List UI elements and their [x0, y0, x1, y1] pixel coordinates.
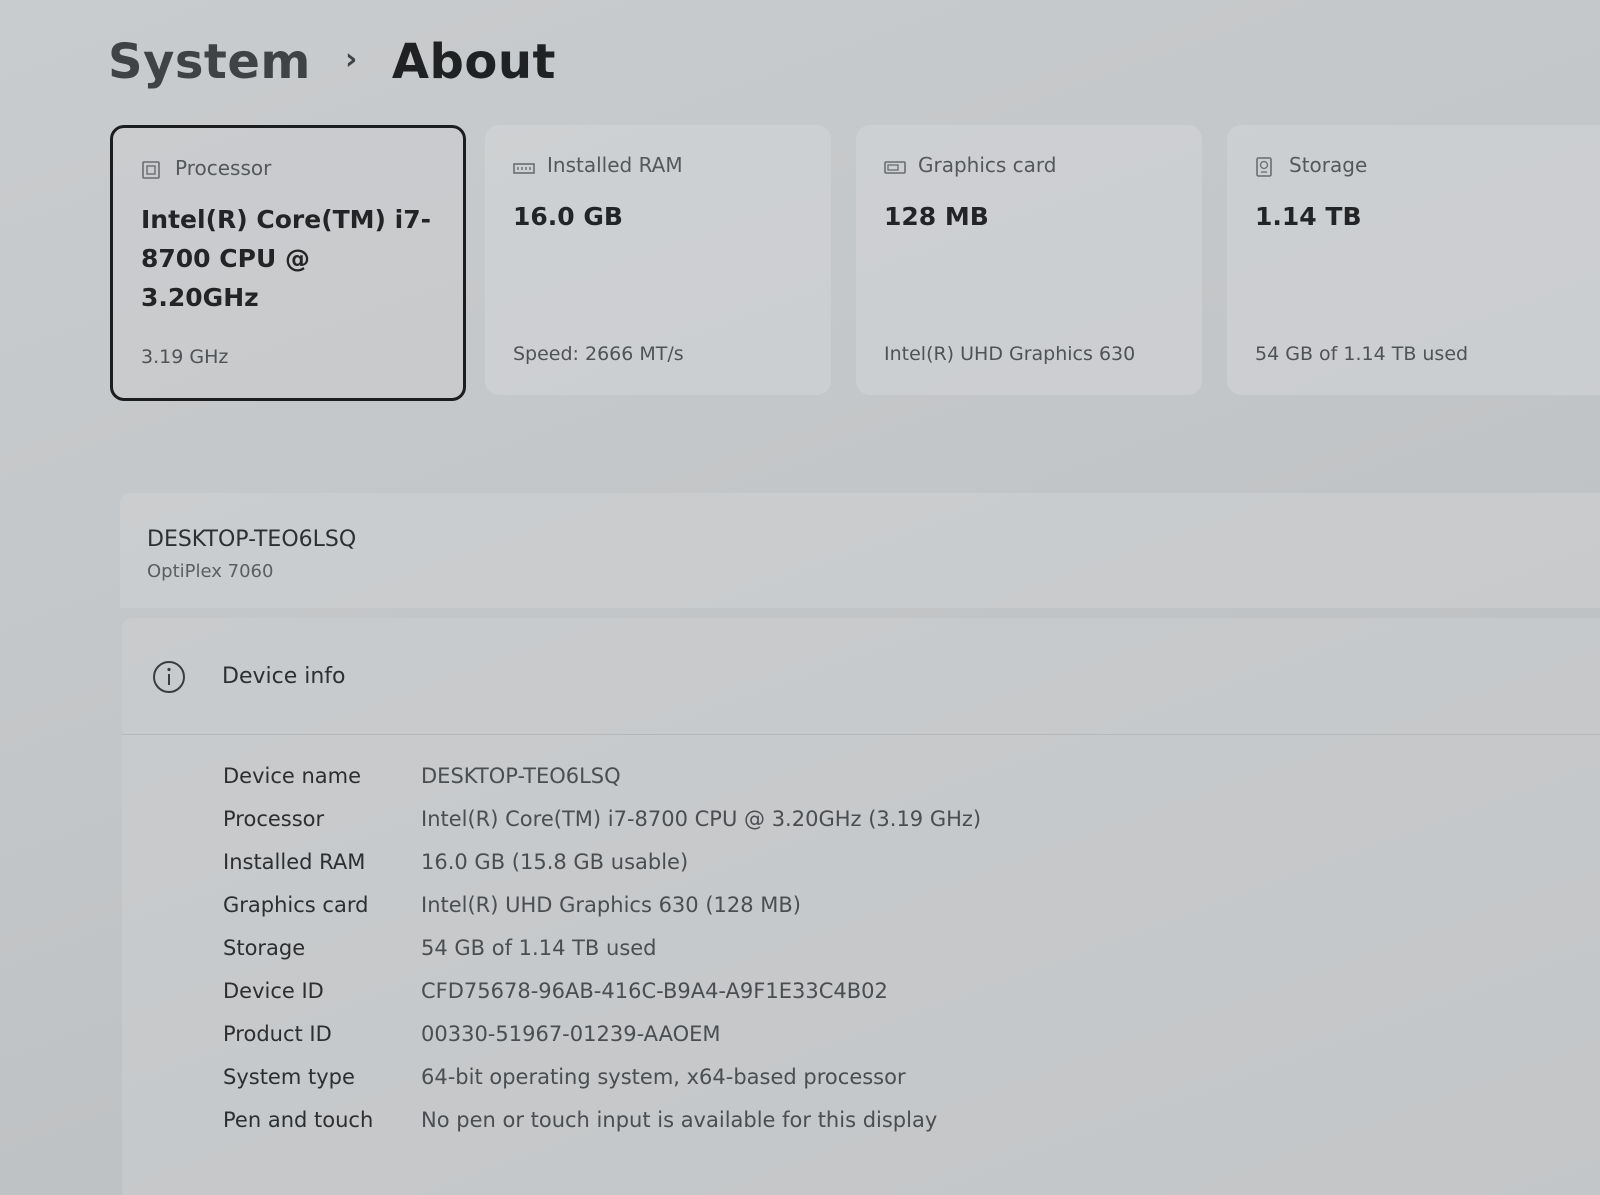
- device-info-title: Device info: [222, 664, 346, 689]
- spec-row-storage: Storage 54 GB of 1.14 TB used: [223, 926, 981, 969]
- spec-label: Device ID: [223, 978, 324, 1003]
- card-storage-header: Storage: [1255, 153, 1367, 177]
- spec-row-pen-and-touch: Pen and touch No pen or touch input is a…: [223, 1098, 981, 1141]
- spec-row-device-id: Device ID CFD75678-96AB-416C-B9A4-A9F1E3…: [223, 969, 981, 1012]
- card-processor-header: Processor: [141, 156, 271, 180]
- device-info-list: Device name DESKTOP-TEO6LSQ Processor In…: [223, 754, 981, 1141]
- spec-label: System type: [223, 1064, 355, 1089]
- card-ram-value: 16.0 GB: [513, 202, 623, 231]
- spec-label: Device name: [223, 763, 362, 788]
- breadcrumb-chevron-icon: ›: [344, 41, 358, 77]
- card-graphics-label: Graphics card: [918, 153, 1057, 177]
- processor-icon: [141, 160, 161, 179]
- card-processor-sub: 3.19 GHz: [141, 346, 229, 368]
- graphics-card-icon: [884, 157, 906, 174]
- breadcrumb: System › About: [108, 34, 556, 90]
- storage-icon: [1255, 157, 1275, 177]
- breadcrumb-system-link[interactable]: System: [108, 34, 311, 90]
- spec-label: Processor: [223, 806, 325, 831]
- card-processor[interactable]: Processor Intel(R) Core(TM) i7-8700 CPU …: [110, 125, 466, 401]
- info-icon: [152, 660, 185, 693]
- spec-value: Intel(R) Core(TM) i7-8700 CPU @ 3.20GHz …: [421, 806, 982, 831]
- card-graphics-card[interactable]: Graphics card 128 MB Intel(R) UHD Graphi…: [856, 125, 1202, 395]
- spec-value: DESKTOP-TEO6LSQ: [421, 763, 621, 788]
- spec-row-device-name: Device name DESKTOP-TEO6LSQ: [223, 754, 981, 797]
- spec-value: 64-bit operating system, x64-based proce…: [421, 1064, 906, 1089]
- page-title: About: [391, 34, 556, 90]
- spec-value: 54 GB of 1.14 TB used: [421, 935, 657, 960]
- card-storage-value: 1.14 TB: [1255, 202, 1362, 231]
- card-installed-ram[interactable]: Installed RAM 16.0 GB Speed: 2666 MT/s: [485, 125, 831, 395]
- card-ram-sub: Speed: 2666 MT/s: [513, 343, 684, 365]
- spec-row-system-type: System type 64-bit operating system, x64…: [223, 1055, 981, 1098]
- device-info-panel: Device info Device name DESKTOP-TEO6LSQ …: [122, 618, 1600, 1195]
- device-model: OptiPlex 7060: [147, 561, 274, 582]
- card-ram-label: Installed RAM: [547, 153, 683, 177]
- spec-label: Storage: [223, 935, 306, 960]
- device-name-title: DESKTOP-TEO6LSQ: [147, 527, 357, 552]
- card-graphics-value: 128 MB: [884, 202, 989, 231]
- card-storage[interactable]: Storage 1.14 TB 54 GB of 1.14 TB used: [1227, 125, 1600, 395]
- card-processor-label: Processor: [175, 156, 272, 180]
- spec-row-graphics-card: Graphics card Intel(R) UHD Graphics 630 …: [223, 883, 981, 926]
- spec-row-product-id: Product ID 00330-51967-01239-AAOEM: [223, 1012, 981, 1055]
- card-graphics-header: Graphics card: [884, 153, 1057, 177]
- card-ram-header: Installed RAM: [513, 153, 683, 177]
- card-storage-sub: 54 GB of 1.14 TB used: [1255, 343, 1469, 365]
- spec-label: Installed RAM: [223, 849, 366, 874]
- spec-value: CFD75678-96AB-416C-B9A4-A9F1E33C4B02: [421, 978, 888, 1003]
- spec-value: 00330-51967-01239-AAOEM: [421, 1021, 721, 1046]
- spec-value: Intel(R) UHD Graphics 630 (128 MB): [421, 892, 801, 917]
- spec-label: Pen and touch: [223, 1107, 374, 1132]
- spec-cards: Processor Intel(R) Core(TM) i7-8700 CPU …: [110, 125, 1600, 405]
- spec-value: 16.0 GB (15.8 GB usable): [421, 849, 689, 874]
- ram-icon: [513, 157, 535, 174]
- card-storage-label: Storage: [1289, 153, 1368, 177]
- spec-row-processor: Processor Intel(R) Core(TM) i7-8700 CPU …: [223, 797, 981, 840]
- device-header: DESKTOP-TEO6LSQ OptiPlex 7060: [120, 493, 1600, 608]
- device-info-header[interactable]: Device info: [122, 618, 1600, 735]
- spec-row-installed-ram: Installed RAM 16.0 GB (15.8 GB usable): [223, 840, 981, 883]
- spec-label: Product ID: [223, 1021, 332, 1046]
- spec-value: No pen or touch input is available for t…: [421, 1107, 938, 1132]
- spec-label: Graphics card: [223, 892, 369, 917]
- card-processor-value: Intel(R) Core(TM) i7-8700 CPU @ 3.20GHz: [141, 205, 432, 312]
- card-graphics-sub: Intel(R) UHD Graphics 630: [884, 343, 1136, 365]
